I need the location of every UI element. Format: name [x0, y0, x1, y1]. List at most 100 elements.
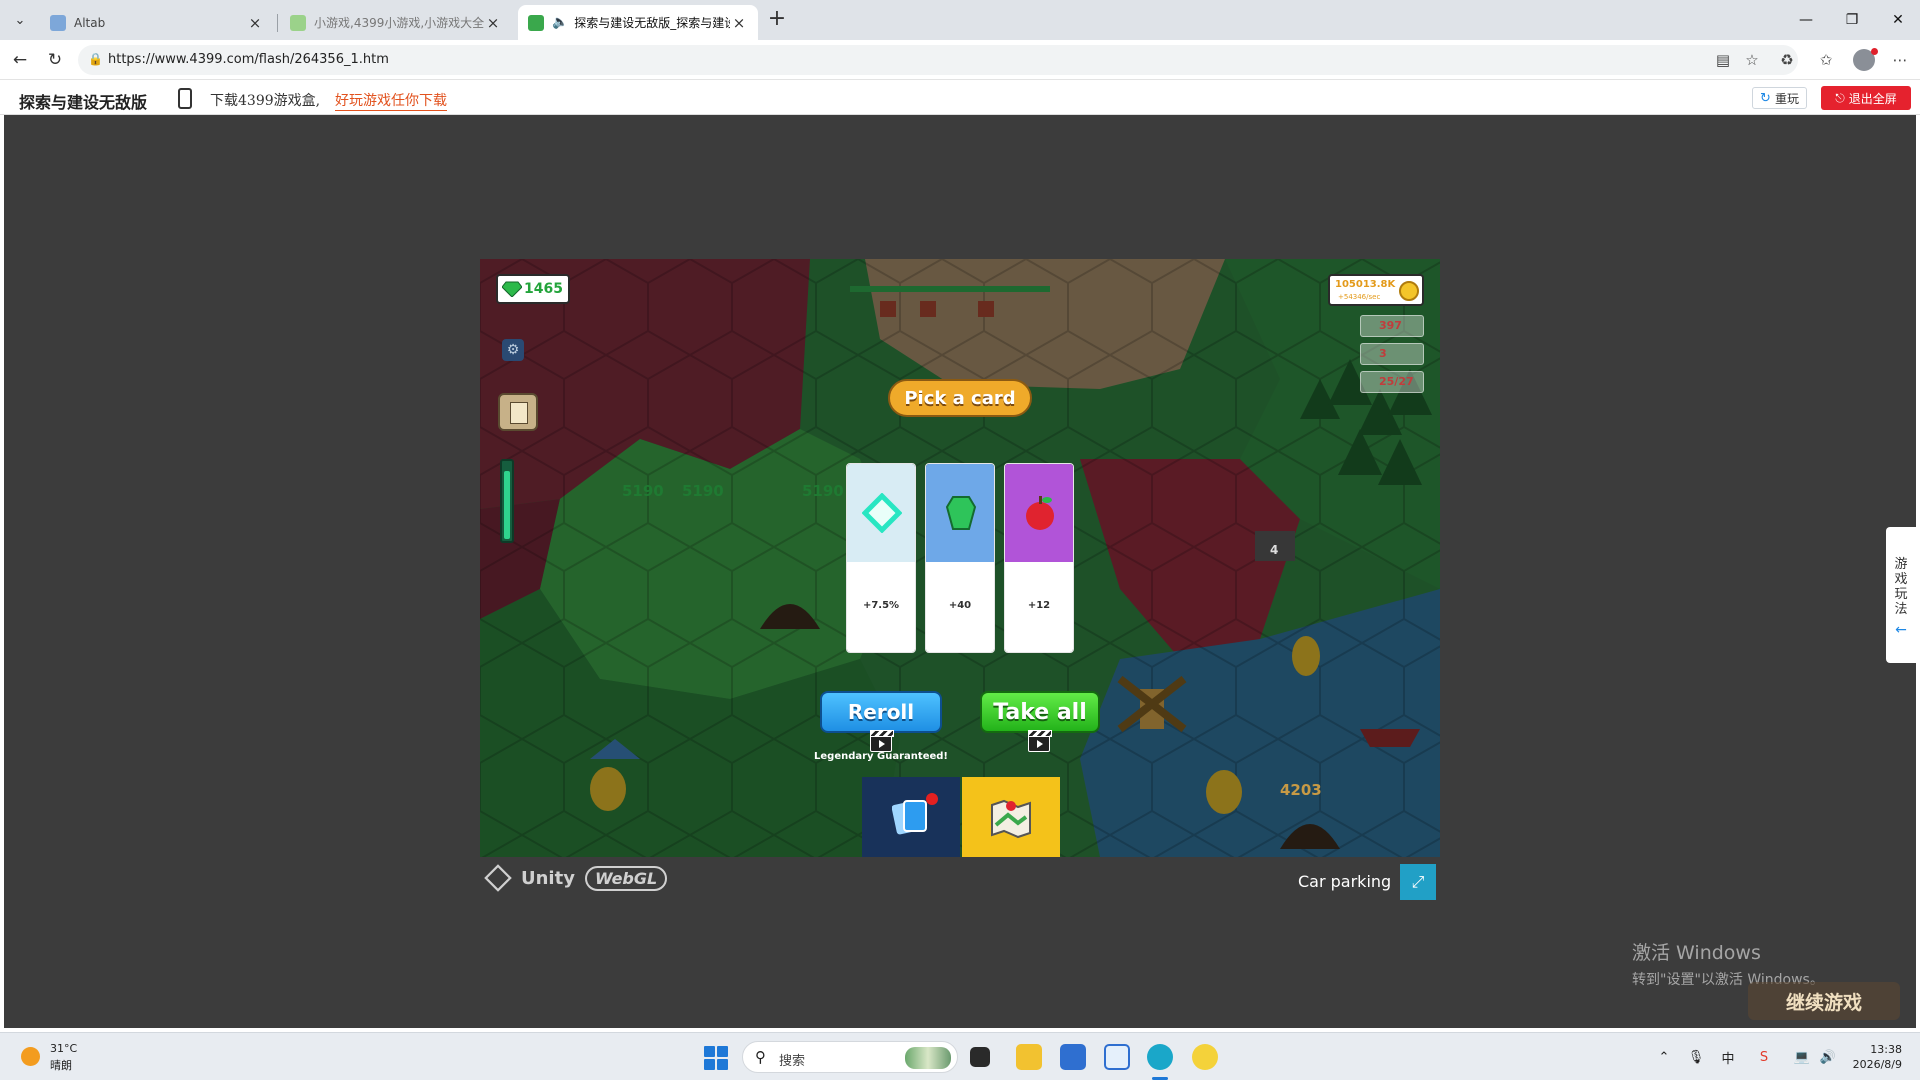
card-reward: +40	[948, 600, 972, 611]
more-options-icon[interactable]: ⋯	[1888, 48, 1912, 72]
site-header: 探索与建设无敌版 下载4399游戏盒, 好玩游戏任你下载 ↻ 重玩 ⎋ 退出全屏	[0, 81, 1920, 115]
replay-icon: ↻	[1760, 90, 1771, 106]
tab-altab[interactable]: Altab ×	[40, 5, 274, 40]
enemy-count: 4203	[1280, 781, 1322, 799]
quest-clipboard-icon[interactable]	[498, 393, 538, 431]
file-explorer-icon[interactable]	[1016, 1044, 1042, 1070]
speaker-icon[interactable]: 🔈	[552, 15, 568, 30]
tab-4399-games[interactable]: 小游戏,4399小游戏,小游戏大全,双 ×	[280, 5, 512, 40]
apple-icon	[1026, 496, 1054, 530]
card-option[interactable]: +40	[925, 463, 995, 653]
exit-icon: ⎋	[1835, 90, 1845, 105]
url-field[interactable]: 🔒 https://www.4399.com/flash/264356_1.ht…	[78, 45, 1798, 75]
search-placeholder: 搜索	[779, 1054, 806, 1069]
clock-date: 2026/8/9	[1852, 1058, 1902, 1071]
tab-current-game[interactable]: 🔈 探索与建设无敌版_探索与建设 ×	[518, 5, 758, 40]
refresh-icon[interactable]: ↻	[43, 48, 67, 72]
task-view-icon[interactable]	[970, 1047, 990, 1067]
settings-gear-icon[interactable]: ⚙	[502, 339, 524, 361]
gold-coin-icon	[1399, 281, 1419, 301]
windows-taskbar: 31°C 晴朗 ⚲ 搜索 ⌃ 🎙 中 S 💻 🔊 13:38 2026/8/9	[0, 1032, 1920, 1080]
favorite-star-icon[interactable]: ☆	[1740, 48, 1764, 72]
exit-fullscreen-button[interactable]: ⎋ 退出全屏	[1821, 86, 1911, 110]
input-method-icon[interactable]: 中	[1718, 1047, 1738, 1067]
diamond-outline-icon	[862, 493, 902, 533]
cards-tab-button[interactable]	[862, 777, 960, 857]
edge-browser-icon[interactable]	[1147, 1044, 1173, 1070]
unity-webgl-logo: Unity WebGL	[484, 864, 668, 892]
resource-row: 25/27	[1360, 371, 1424, 393]
restore-icon[interactable]: ❐	[1832, 6, 1872, 34]
taskbar-search[interactable]: ⚲ 搜索	[742, 1041, 958, 1073]
gold-rate: +54346/sec	[1338, 293, 1381, 301]
gold-counter: 105013.8K +54346/sec	[1328, 274, 1424, 306]
microphone-icon[interactable]: 🎙	[1686, 1047, 1706, 1067]
close-tab-icon[interactable]: ×	[246, 14, 264, 32]
promo-download-link[interactable]: 好玩游戏任你下载	[335, 90, 447, 111]
favorites-list-icon[interactable]: ✩	[1814, 48, 1838, 72]
defense-counter: 4	[1270, 543, 1279, 557]
windows-start-icon[interactable]	[704, 1046, 728, 1070]
resource-row: 397	[1360, 315, 1424, 337]
reroll-label: Reroll	[847, 700, 915, 724]
volume-icon[interactable]: 🔊	[1818, 1047, 1838, 1067]
take-all-label: Take all	[993, 699, 1087, 725]
search-icon: ⚲	[755, 1048, 766, 1066]
back-arrow-icon[interactable]: ←	[8, 48, 32, 72]
card-reward: +7.5%	[862, 600, 900, 611]
notification-dot	[1871, 48, 1878, 55]
tab-list-chevron-icon[interactable]: ⌄	[8, 8, 32, 32]
gem-count: 1465	[524, 281, 563, 297]
vertical-progress-bar	[500, 459, 514, 543]
exit-fullscreen-label: 退出全屏	[1848, 91, 1897, 106]
legendary-guaranteed-note: Legendary Guaranteed!	[814, 751, 948, 762]
map-tab-button[interactable]	[962, 777, 1060, 857]
activate-title: 激活 Windows	[1632, 942, 1761, 964]
close-tab-icon[interactable]: ×	[730, 14, 748, 32]
gem-icon	[945, 496, 977, 530]
antivirus-icon[interactable]: S	[1754, 1047, 1774, 1067]
take-all-button[interactable]: Take all	[980, 691, 1100, 733]
store-icon[interactable]	[1060, 1044, 1086, 1070]
gem-counter: 1465	[496, 274, 570, 304]
game-canvas[interactable]: 1465 105013.8K +54346/sec 397 3 25/27 ⚙ …	[480, 259, 1440, 857]
lock-icon: 🔒	[88, 52, 103, 66]
phone-icon	[178, 88, 192, 109]
weather-condition: 晴朗	[50, 1059, 72, 1072]
chevron-up-icon[interactable]: ⌃	[1654, 1047, 1674, 1067]
video-ad-icon	[1028, 730, 1052, 752]
extensions-icon[interactable]: ♻	[1775, 48, 1799, 72]
weather-temperature: 31°C	[50, 1042, 78, 1055]
close-window-icon[interactable]: ✕	[1878, 6, 1918, 34]
continue-game-button[interactable]: 继续游戏	[1748, 982, 1900, 1020]
arrow-left-icon: ←	[1895, 622, 1907, 638]
game-help-side-tab[interactable]: 游 戏 玩 法 ←	[1886, 527, 1916, 663]
card-option[interactable]: +12	[1004, 463, 1074, 653]
photos-icon[interactable]	[1104, 1044, 1130, 1070]
game-app-icon[interactable]	[1192, 1044, 1218, 1070]
search-highlight-image	[905, 1047, 951, 1069]
map-icon	[991, 799, 1031, 839]
network-icon[interactable]: 💻	[1792, 1047, 1812, 1067]
close-tab-icon[interactable]: ×	[484, 14, 502, 32]
reroll-button[interactable]: Reroll	[820, 691, 942, 733]
gold-amount: 105013.8K	[1335, 279, 1396, 290]
video-ad-icon	[870, 730, 894, 752]
replay-label: 重玩	[1774, 91, 1799, 106]
new-tab-plus-icon[interactable]: +	[765, 8, 789, 32]
reader-mode-icon[interactable]: ▤	[1711, 48, 1735, 72]
sun-weather-icon[interactable]	[21, 1047, 40, 1066]
cards-icon	[892, 800, 927, 835]
unity-cube-icon	[484, 864, 512, 892]
taskbar-clock[interactable]: 13:38 2026/8/9	[1852, 1042, 1902, 1072]
continue-label: 继续游戏	[1785, 991, 1862, 1014]
address-bar: ← ↻ 🔒 https://www.4399.com/flash/264356_…	[0, 40, 1920, 80]
webgl-label: WebGL	[584, 865, 668, 891]
game-title: 探索与建设无敌版	[19, 93, 148, 112]
replay-button[interactable]: ↻ 重玩	[1752, 87, 1807, 109]
card-option[interactable]: +7.5%	[846, 463, 916, 653]
minimize-icon[interactable]: —	[1786, 6, 1826, 34]
unity-label: Unity	[521, 867, 575, 889]
4399-favicon-icon	[528, 14, 544, 31]
fullscreen-expand-icon[interactable]: ⤢	[1400, 864, 1436, 900]
